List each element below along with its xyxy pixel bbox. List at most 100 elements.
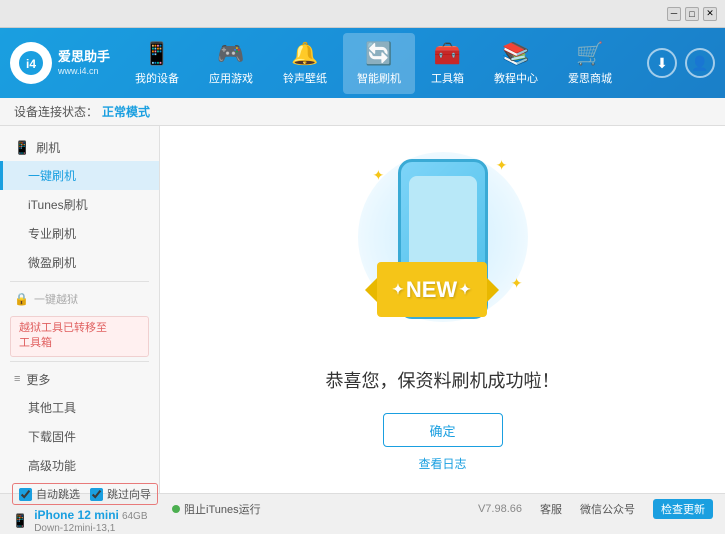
phone-icon: 📱 [12, 513, 28, 529]
skip-wizard-checkbox[interactable] [90, 488, 103, 501]
download-firmware-label: 下载固件 [28, 430, 76, 444]
skip-wizard-checkbox-label[interactable]: 跳过向导 [90, 486, 151, 502]
smart-flash-label: 智能刷机 [357, 70, 401, 86]
nav-ringtones[interactable]: 🔔 铃声壁纸 [269, 33, 341, 94]
jailbreak-notice-text: 越狱工具已转移至工具箱 [19, 322, 107, 349]
itunes-status: 阻止iTunes运行 [172, 501, 261, 517]
sidebar-section-jailbreak: 🔒 一键越狱 越狱工具已转移至工具箱 [0, 286, 159, 357]
checkbox-row: 自动跳选 跳过向导 [12, 483, 158, 505]
my-device-icon: 📱 [143, 41, 170, 67]
device-info: 📱 iPhone 12 mini 64GB Down-12mini-13,1 [12, 508, 158, 534]
success-illustration: ✦ NEW ✦ ✦ ✦ ✦ [343, 147, 543, 347]
toolbox-icon: 🧰 [434, 41, 461, 67]
tutorials-icon: 📚 [502, 41, 529, 67]
one-key-flash-label: 一键刷机 [28, 169, 76, 183]
ribbon-new: ✦ NEW ✦ [377, 262, 487, 317]
mall-label: 爱思商城 [568, 70, 612, 86]
content-area: ✦ NEW ✦ ✦ ✦ ✦ 恭喜您，保资料刷机成功啦！ 确定 查看日志 [160, 126, 725, 493]
maximize-button[interactable]: □ [685, 7, 699, 21]
jailbreak-label: 一键越狱 [34, 291, 78, 307]
bottom-right: V7.98.66 客服 微信公众号 检查更新 [478, 499, 713, 519]
other-tools-label: 其他工具 [28, 401, 76, 415]
device-details-col: iPhone 12 mini 64GB Down-12mini-13,1 [34, 508, 147, 534]
version-info: V7.98.66 [478, 503, 522, 515]
nav-tutorials[interactable]: 📚 教程中心 [480, 33, 552, 94]
save-flash-label: 微盈刷机 [28, 256, 76, 270]
sidebar-section-more: ≡ 更多 其他工具 下载固件 高级功能 [0, 366, 159, 480]
toolbox-label: 工具箱 [431, 70, 464, 86]
sidebar-divider-2 [10, 361, 149, 362]
title-bar: － □ ✕ [0, 0, 725, 28]
nav-my-device[interactable]: 📱 我的设备 [121, 33, 193, 94]
my-device-label: 我的设备 [135, 70, 179, 86]
nav-smart-flash[interactable]: 🔄 智能刷机 [343, 33, 415, 94]
sidebar-flash-header[interactable]: 📱 刷机 [0, 134, 159, 161]
status-value: 正常模式 [102, 103, 150, 120]
daily-link[interactable]: 查看日志 [418, 455, 466, 472]
bottom-left: 自动跳选 跳过向导 📱 iPhone 12 mini 64GB Down-12m… [12, 483, 478, 534]
jailbreak-notice: 越狱工具已转移至工具箱 [10, 316, 149, 357]
sparkle-2: ✦ [496, 157, 508, 174]
confirm-button[interactable]: 确定 [383, 413, 503, 447]
jailbreak-lock-icon: 🔒 [14, 292, 29, 306]
ringtones-label: 铃声壁纸 [283, 70, 327, 86]
flash-section-icon: 📱 [14, 140, 30, 156]
user-button[interactable]: 👤 [685, 48, 715, 78]
nav-mall[interactable]: 🛒 爱思商城 [554, 33, 626, 94]
skip-wizard-label: 跳过向导 [107, 486, 151, 502]
device-storage: 64GB [122, 511, 148, 522]
wechat-link[interactable]: 微信公众号 [580, 501, 635, 517]
nav-toolbox[interactable]: 🧰 工具箱 [417, 33, 478, 94]
sparkle-1: ✦ [373, 167, 385, 184]
itunes-flash-label: iTunes刷机 [28, 198, 88, 212]
nav-items: 📱 我的设备 🎮 应用游戏 🔔 铃声壁纸 🔄 智能刷机 🧰 工具箱 📚 教程中心… [110, 33, 637, 94]
sidebar-more-header: ≡ 更多 [0, 366, 159, 393]
sidebar-item-download-firmware[interactable]: 下载固件 [0, 422, 159, 451]
nav-apps-games[interactable]: 🎮 应用游戏 [195, 33, 267, 94]
auto-switch-label: 自动跳选 [36, 486, 80, 502]
logo-text: 爱思助手 www.i4.cn [58, 49, 110, 78]
sparkle-3: ✦ [511, 275, 523, 292]
logo-icon: i4 [10, 42, 52, 84]
sidebar-item-one-key-flash[interactable]: 一键刷机 [0, 161, 159, 190]
close-button[interactable]: ✕ [703, 7, 717, 21]
check-update-button[interactable]: 检查更新 [653, 499, 713, 519]
bottom-bar: 自动跳选 跳过向导 📱 iPhone 12 mini 64GB Down-12m… [0, 493, 725, 523]
minimize-button[interactable]: － [667, 7, 681, 21]
advanced-label: 高级功能 [28, 459, 76, 473]
apps-games-label: 应用游戏 [209, 70, 253, 86]
sidebar: 📱 刷机 一键刷机 iTunes刷机 专业刷机 微盈刷机 🔒 一键越狱 [0, 126, 160, 493]
itunes-status-dot [172, 505, 180, 513]
apps-games-icon: 🎮 [217, 41, 244, 67]
customer-service-link[interactable]: 客服 [540, 501, 562, 517]
device-version: Down-12mini-13,1 [34, 523, 115, 534]
smart-flash-icon: 🔄 [365, 41, 392, 67]
tutorials-label: 教程中心 [494, 70, 538, 86]
bottom-left-col: 自动跳选 跳过向导 📱 iPhone 12 mini 64GB Down-12m… [12, 483, 158, 534]
ribbon-text: NEW [406, 277, 457, 303]
auto-switch-checkbox[interactable] [19, 488, 32, 501]
status-label: 设备连接状态： [14, 103, 98, 120]
svg-text:i4: i4 [26, 57, 36, 71]
sidebar-item-other-tools[interactable]: 其他工具 [0, 393, 159, 422]
sidebar-item-advanced[interactable]: 高级功能 [0, 451, 159, 480]
main-layout: 📱 刷机 一键刷机 iTunes刷机 专业刷机 微盈刷机 🔒 一键越狱 [0, 126, 725, 493]
sidebar-item-itunes-flash[interactable]: iTunes刷机 [0, 190, 159, 219]
pro-flash-label: 专业刷机 [28, 227, 76, 241]
more-label: 更多 [26, 371, 50, 388]
download-button[interactable]: ⬇ [647, 48, 677, 78]
ringtones-icon: 🔔 [291, 41, 318, 67]
device-name: iPhone 12 mini [34, 508, 119, 522]
brand-name: 爱思助手 [58, 49, 110, 66]
auto-switch-checkbox-label[interactable]: 自动跳选 [19, 486, 80, 502]
sidebar-divider-1 [10, 281, 149, 282]
sidebar-item-save-flash[interactable]: 微盈刷机 [0, 248, 159, 277]
sidebar-item-pro-flash[interactable]: 专业刷机 [0, 219, 159, 248]
header-right: ⬇ 👤 [647, 48, 715, 78]
sidebar-section-flash: 📱 刷机 一键刷机 iTunes刷机 专业刷机 微盈刷机 [0, 134, 159, 277]
itunes-status-text: 阻止iTunes运行 [184, 501, 261, 517]
status-bar: 设备连接状态： 正常模式 [0, 98, 725, 126]
title-bar-controls: － □ ✕ [667, 7, 717, 21]
mall-icon: 🛒 [576, 41, 603, 67]
flash-section-label: 刷机 [36, 139, 60, 156]
